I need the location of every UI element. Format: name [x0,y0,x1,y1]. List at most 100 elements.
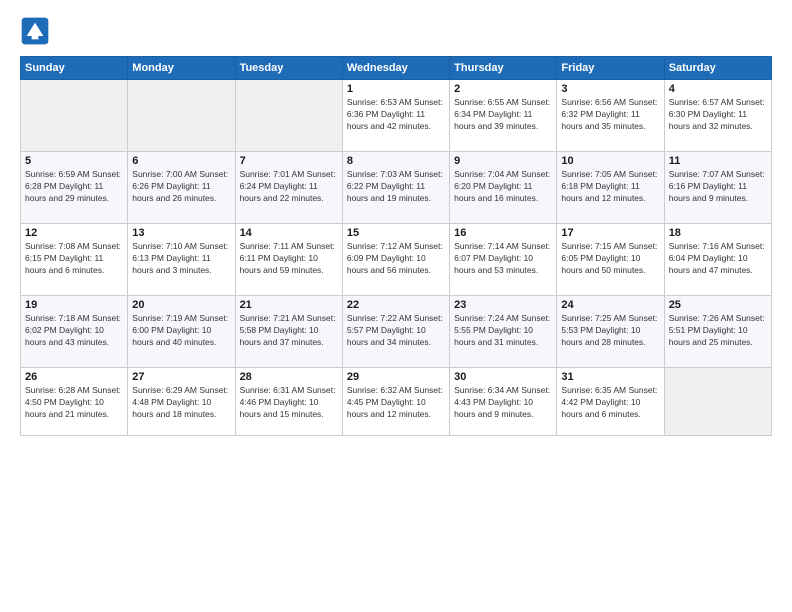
weekday-header-thursday: Thursday [450,57,557,80]
day-number: 2 [454,83,552,95]
calendar-cell: 20Sunrise: 7:19 AM Sunset: 6:00 PM Dayli… [128,296,235,368]
day-number: 13 [132,227,230,239]
day-number: 25 [669,299,767,311]
day-number: 12 [25,227,123,239]
day-number: 14 [240,227,338,239]
day-info: Sunrise: 7:18 AM Sunset: 6:02 PM Dayligh… [25,313,123,349]
weekday-header-tuesday: Tuesday [235,57,342,80]
calendar-cell: 16 Sunrise: 7:14 AM Sunset: 6:07 PM Dayli… [450,224,557,296]
weekday-header-wednesday: Wednesday [342,57,449,80]
day-info: Sunrise: 7:12 AM Sunset: 6:09 PM Dayligh… [347,241,445,277]
day-number: 21 [240,299,338,311]
day-number: 16 [454,227,552,239]
calendar-cell [664,368,771,436]
logo-icon [20,16,50,46]
day-info: Sunrise: 7:14 AM Sunset: 6:07 PM Dayligh… [454,241,552,277]
day-number: 9 [454,155,552,167]
calendar-cell: 1Sunrise: 6:53 AM Sunset: 6:36 PM Daylig… [342,80,449,152]
day-number: 15 [347,227,445,239]
day-number: 26 [25,371,123,383]
calendar-cell: 22 Sunrise: 7:22 AM Sunset: 5:57 PM Dayli… [342,296,449,368]
day-number: 18 [669,227,767,239]
day-info: Sunrise: 7:15 AM Sunset: 6:05 PM Dayligh… [561,241,659,277]
day-number: 22 [347,299,445,311]
calendar-cell [21,80,128,152]
calendar-cell: 11 Sunrise: 7:07 AM Sunset: 6:16 PM Dayli… [664,152,771,224]
day-number: 31 [561,371,659,383]
day-number: 11 [669,155,767,167]
day-info: Sunrise: 6:57 AM Sunset: 6:30 PM Dayligh… [669,97,767,133]
day-info: Sunrise: 7:07 AM Sunset: 6:16 PM Dayligh… [669,169,767,205]
day-number: 4 [669,83,767,95]
calendar-cell: 31 Sunrise: 6:35 AM Sunset: 4:42 PM Dayli… [557,368,664,436]
calendar-cell: 4 Sunrise: 6:57 AM Sunset: 6:30 PM Daylig… [664,80,771,152]
calendar-cell: 27 Sunrise: 6:29 AM Sunset: 4:48 PM Dayli… [128,368,235,436]
day-info: Sunrise: 6:53 AM Sunset: 6:36 PM Dayligh… [347,97,445,133]
calendar-cell: 24 Sunrise: 7:25 AM Sunset: 5:53 PM Dayli… [557,296,664,368]
calendar-cell: 19Sunrise: 7:18 AM Sunset: 6:02 PM Dayli… [21,296,128,368]
day-number: 23 [454,299,552,311]
day-info: Sunrise: 7:10 AM Sunset: 6:13 PM Dayligh… [132,241,230,277]
day-info: Sunrise: 7:21 AM Sunset: 5:58 PM Dayligh… [240,313,338,349]
day-info: Sunrise: 6:56 AM Sunset: 6:32 PM Dayligh… [561,97,659,133]
calendar-cell: 13 Sunrise: 7:10 AM Sunset: 6:13 PM Dayli… [128,224,235,296]
calendar-cell: 12 Sunrise: 7:08 AM Sunset: 6:15 PM Dayli… [21,224,128,296]
day-number: 24 [561,299,659,311]
day-info: Sunrise: 6:35 AM Sunset: 4:42 PM Dayligh… [561,385,659,421]
calendar-cell: 2 Sunrise: 6:55 AM Sunset: 6:34 PM Daylig… [450,80,557,152]
day-info: Sunrise: 6:31 AM Sunset: 4:46 PM Dayligh… [240,385,338,421]
header [20,16,772,46]
day-info: Sunrise: 6:32 AM Sunset: 4:45 PM Dayligh… [347,385,445,421]
weekday-header-friday: Friday [557,57,664,80]
calendar-cell: 8 Sunrise: 7:03 AM Sunset: 6:22 PM Daylig… [342,152,449,224]
day-number: 30 [454,371,552,383]
calendar-cell: 14 Sunrise: 7:11 AM Sunset: 6:11 PM Dayli… [235,224,342,296]
day-info: Sunrise: 7:16 AM Sunset: 6:04 PM Dayligh… [669,241,767,277]
calendar-cell: 29 Sunrise: 6:32 AM Sunset: 4:45 PM Dayli… [342,368,449,436]
day-info: Sunrise: 7:19 AM Sunset: 6:00 PM Dayligh… [132,313,230,349]
calendar-cell: 28 Sunrise: 6:31 AM Sunset: 4:46 PM Dayli… [235,368,342,436]
calendar-cell: 18 Sunrise: 7:16 AM Sunset: 6:04 PM Dayli… [664,224,771,296]
calendar-cell: 5 Sunrise: 6:59 AM Sunset: 6:28 PM Daylig… [21,152,128,224]
day-number: 17 [561,227,659,239]
calendar-cell: 9 Sunrise: 7:04 AM Sunset: 6:20 PM Daylig… [450,152,557,224]
day-info: Sunrise: 7:26 AM Sunset: 5:51 PM Dayligh… [669,313,767,349]
day-number: 7 [240,155,338,167]
calendar-cell: 17 Sunrise: 7:15 AM Sunset: 6:05 PM Dayli… [557,224,664,296]
day-info: Sunrise: 7:08 AM Sunset: 6:15 PM Dayligh… [25,241,123,277]
day-info: Sunrise: 7:24 AM Sunset: 5:55 PM Dayligh… [454,313,552,349]
calendar-cell: 6 Sunrise: 7:00 AM Sunset: 6:26 PM Daylig… [128,152,235,224]
day-info: Sunrise: 6:59 AM Sunset: 6:28 PM Dayligh… [25,169,123,205]
day-number: 6 [132,155,230,167]
day-info: Sunrise: 7:01 AM Sunset: 6:24 PM Dayligh… [240,169,338,205]
calendar-cell [235,80,342,152]
day-number: 27 [132,371,230,383]
day-info: Sunrise: 6:29 AM Sunset: 4:48 PM Dayligh… [132,385,230,421]
logo [20,16,54,46]
day-number: 8 [347,155,445,167]
day-number: 28 [240,371,338,383]
calendar-cell: 15 Sunrise: 7:12 AM Sunset: 6:09 PM Dayli… [342,224,449,296]
day-info: Sunrise: 6:55 AM Sunset: 6:34 PM Dayligh… [454,97,552,133]
day-info: Sunrise: 7:03 AM Sunset: 6:22 PM Dayligh… [347,169,445,205]
day-number: 29 [347,371,445,383]
day-info: Sunrise: 7:25 AM Sunset: 5:53 PM Dayligh… [561,313,659,349]
weekday-header-saturday: Saturday [664,57,771,80]
day-info: Sunrise: 6:34 AM Sunset: 4:43 PM Dayligh… [454,385,552,421]
day-number: 5 [25,155,123,167]
calendar-cell: 21 Sunrise: 7:21 AM Sunset: 5:58 PM Dayli… [235,296,342,368]
calendar-cell: 26 Sunrise: 6:28 AM Sunset: 4:50 PM Dayli… [21,368,128,436]
calendar-cell [128,80,235,152]
weekday-header-sunday: Sunday [21,57,128,80]
day-info: Sunrise: 7:22 AM Sunset: 5:57 PM Dayligh… [347,313,445,349]
calendar-cell: 3 Sunrise: 6:56 AM Sunset: 6:32 PM Daylig… [557,80,664,152]
weekday-header-row: SundayMondayTuesdayWednesdayThursdayFrid… [21,57,772,80]
day-info: Sunrise: 6:28 AM Sunset: 4:50 PM Dayligh… [25,385,123,421]
day-info: Sunrise: 7:04 AM Sunset: 6:20 PM Dayligh… [454,169,552,205]
calendar-cell: 30 Sunrise: 6:34 AM Sunset: 4:43 PM Dayli… [450,368,557,436]
calendar-cell: 25 Sunrise: 7:26 AM Sunset: 5:51 PM Dayli… [664,296,771,368]
day-number: 3 [561,83,659,95]
page: SundayMondayTuesdayWednesdayThursdayFrid… [0,0,792,612]
day-info: Sunrise: 7:11 AM Sunset: 6:11 PM Dayligh… [240,241,338,277]
day-info: Sunrise: 7:00 AM Sunset: 6:26 PM Dayligh… [132,169,230,205]
